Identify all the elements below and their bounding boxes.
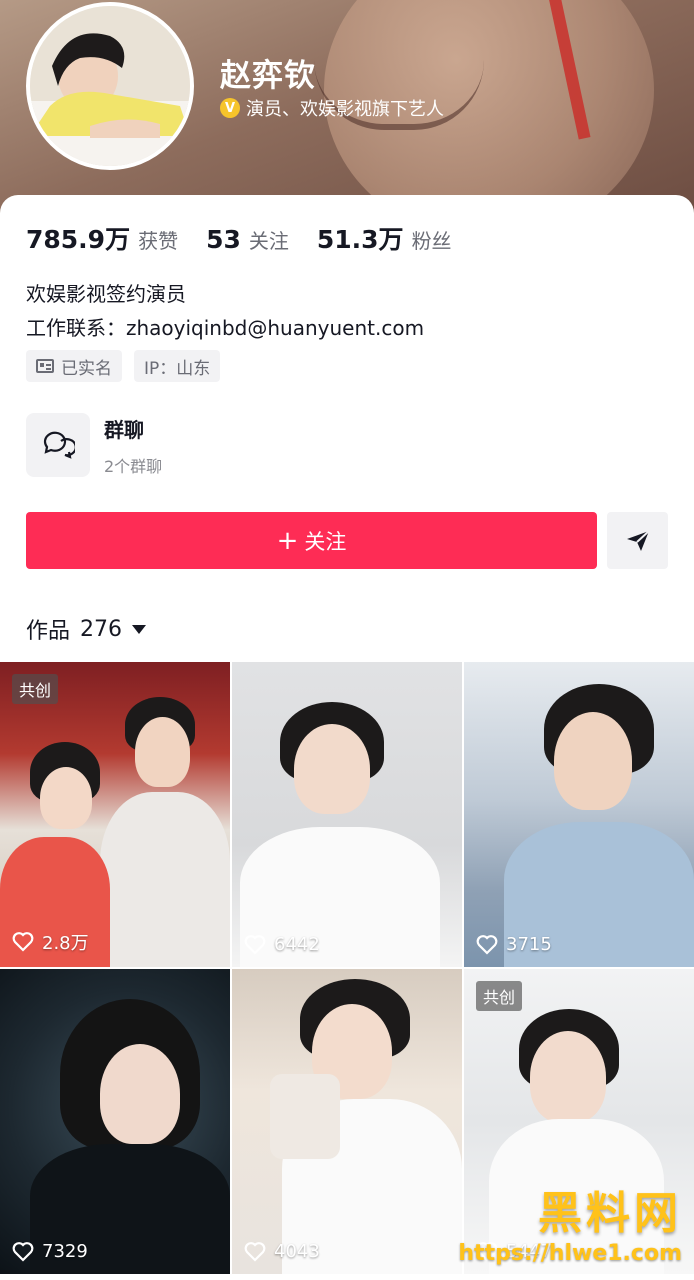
watermark-url: https://hlwe1.com	[458, 1241, 682, 1266]
chat-bubbles-icon	[26, 413, 90, 477]
watermark-logo: 黑料网	[538, 1188, 682, 1239]
like-count-value: 6442	[274, 934, 320, 955]
stat-value: 785.9万	[26, 225, 131, 254]
group-text: 群聊 2个群聊	[104, 414, 162, 477]
send-icon	[626, 529, 650, 551]
like-count: 2.8万	[12, 929, 89, 955]
profile-card: 785.9万 获赞 53 关注 51.3万 粉丝 欢娱影视签约演员 工作联系：z…	[0, 195, 694, 1280]
cocreate-badge: 共创	[476, 981, 523, 1011]
thumb-cup	[270, 1074, 340, 1159]
works-tab[interactable]: 作品 276	[26, 613, 147, 645]
group-title: 群聊	[104, 417, 144, 442]
bio-contact: 工作联系：zhaoyiqinbd@huanyuent.com	[26, 316, 425, 340]
realname-label: 已实名	[61, 358, 112, 379]
thumb-face	[100, 1044, 180, 1144]
video-tile[interactable]: 7329	[0, 969, 230, 1274]
like-count-value: 2.8万	[42, 933, 89, 954]
thumb-body	[100, 792, 230, 967]
works-label: 作品	[26, 619, 71, 644]
follow-button[interactable]: + 关注	[26, 512, 597, 569]
thumb-face	[530, 1031, 606, 1123]
stat-label: 粉丝	[411, 229, 452, 253]
like-count: 3715	[476, 934, 552, 955]
thumb-face	[554, 712, 632, 810]
avatar-image	[30, 6, 190, 166]
stat-followers[interactable]: 51.3万 粉丝	[317, 220, 452, 256]
stat-likes: 785.9万 获赞	[26, 220, 178, 256]
thumb-face	[294, 724, 370, 814]
verify-text: 演员、欢娱影视旗下艺人	[246, 99, 444, 120]
ip-label: IP：山东	[144, 358, 211, 379]
heart-icon	[244, 934, 266, 955]
verified-icon: V	[220, 98, 240, 118]
stat-label: 关注	[248, 229, 289, 253]
heart-icon	[476, 934, 498, 955]
caret-down-icon	[132, 624, 147, 634]
thumb-face	[135, 717, 190, 787]
group-subtitle: 2个群聊	[104, 456, 163, 476]
group-chat-entry[interactable]: 群聊 2个群聊	[26, 413, 162, 477]
bio-line: 欢娱影视签约演员	[26, 282, 186, 306]
heart-icon	[12, 932, 34, 952]
avatar[interactable]	[26, 2, 194, 170]
profile-name: 赵弈钦	[220, 58, 316, 94]
heart-icon	[12, 1241, 34, 1262]
stat-following[interactable]: 53 关注	[206, 225, 289, 254]
realname-tag: 已实名	[26, 350, 122, 382]
like-count: 6442	[244, 934, 320, 955]
verify-line: V 演员、欢娱影视旗下艺人	[220, 95, 444, 121]
video-tile[interactable]: 6442	[232, 662, 462, 967]
ip-tag: IP：山东	[134, 350, 221, 382]
id-card-icon	[36, 359, 54, 373]
like-count: 7329	[12, 1241, 88, 1262]
like-count-value: 4043	[274, 1241, 320, 1262]
video-tile[interactable]: 共创 2.8万	[0, 662, 230, 967]
plus-icon: +	[276, 525, 299, 556]
stats-row: 785.9万 获赞 53 关注 51.3万 粉丝	[26, 220, 480, 256]
like-count-value: 3715	[506, 934, 552, 955]
thumb-face	[40, 767, 92, 829]
like-count-value: 7329	[42, 1241, 88, 1262]
like-count: 4043	[244, 1241, 320, 1262]
video-tile[interactable]: 4043	[232, 969, 462, 1274]
cocreate-badge: 共创	[12, 674, 59, 704]
works-count: 276	[80, 616, 123, 642]
bio: 欢娱影视签约演员 工作联系：zhaoyiqinbd@huanyuent.com	[26, 277, 424, 345]
stat-value: 53	[206, 225, 241, 254]
stat-label: 获赞	[138, 229, 179, 253]
watermark: 黑料网 https://hlwe1.com	[458, 1177, 682, 1266]
tag-row: 已实名 IP：山东	[26, 350, 232, 382]
follow-label: 关注	[304, 529, 347, 554]
stat-value: 51.3万	[316, 225, 404, 254]
heart-icon	[244, 1241, 266, 1262]
video-tile[interactable]: 3715	[464, 662, 694, 967]
share-button[interactable]	[607, 512, 668, 569]
